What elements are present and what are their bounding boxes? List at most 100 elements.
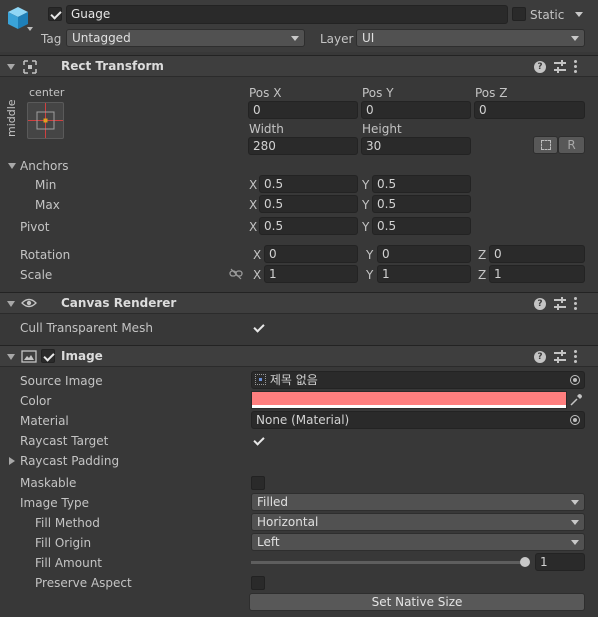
raw-edit-button[interactable]: R: [558, 136, 585, 154]
axis-x-label: X: [249, 220, 258, 234]
axis-y-label: Y: [362, 198, 370, 212]
fill-amount-field[interactable]: 1: [535, 553, 585, 571]
fill-amount-slider-track[interactable]: [251, 557, 530, 567]
height-field[interactable]: 30: [361, 137, 471, 155]
min-x-field[interactable]: 0.5: [259, 175, 358, 193]
foldout-icon[interactable]: [7, 64, 15, 70]
raycast-padding-label[interactable]: Raycast Padding: [20, 453, 119, 469]
static-toggle[interactable]: [512, 7, 526, 21]
fill-origin-dropdown[interactable]: Left: [251, 533, 585, 551]
image-type-dropdown[interactable]: Filled: [251, 493, 585, 511]
fill-method-value: Horizontal: [257, 515, 319, 529]
material-label: Material: [20, 414, 69, 428]
scale-y-field[interactable]: 1: [377, 265, 471, 283]
help-icon[interactable]: ?: [534, 61, 546, 73]
image-header[interactable]: Image ?: [0, 345, 598, 367]
axis-y-label: Y: [366, 248, 374, 262]
chevron-down-icon: [291, 36, 299, 41]
scale-z-field[interactable]: 1: [489, 265, 585, 283]
pos-y-field[interactable]: 0: [361, 101, 471, 119]
cull-transparent-mesh-label: Cull Transparent Mesh: [20, 321, 153, 335]
pivot-label: Pivot: [20, 220, 50, 234]
axis-z-label: Z: [478, 248, 487, 262]
width-field[interactable]: 280: [248, 137, 358, 155]
eyedropper-icon[interactable]: [569, 393, 583, 407]
chevron-down-icon: [571, 500, 579, 505]
raycast-target-label: Raycast Target: [20, 434, 109, 448]
chevron-down-icon: [571, 520, 579, 525]
rotation-z-field[interactable]: 0: [489, 245, 585, 263]
foldout-icon[interactable]: [7, 354, 15, 360]
pos-z-field[interactable]: 0: [474, 101, 585, 119]
preserve-aspect-label: Preserve Aspect: [35, 576, 132, 590]
anchors-foldout-icon[interactable]: [8, 163, 16, 169]
chevron-down-icon: [571, 36, 579, 41]
axis-x-label: X: [249, 198, 258, 212]
rotation-label: Rotation: [20, 248, 71, 262]
raycast-target-checkbox[interactable]: [251, 433, 265, 447]
material-field[interactable]: None (Material): [251, 411, 585, 429]
layer-label: Layer: [320, 32, 354, 46]
scale-x-field[interactable]: 1: [264, 265, 358, 283]
more-menu-icon[interactable]: [574, 60, 578, 74]
anchor-preset-h-label: center: [29, 86, 65, 99]
canvas-renderer-header[interactable]: Canvas Renderer ?: [0, 292, 598, 314]
rotation-y-field[interactable]: 0: [377, 245, 471, 263]
source-image-field[interactable]: 제목 없음: [251, 371, 585, 389]
scale-label: Scale: [20, 268, 53, 282]
active-toggle[interactable]: [48, 7, 62, 21]
layer-dropdown[interactable]: UI: [356, 29, 585, 47]
presets-icon[interactable]: [554, 60, 566, 73]
component-header-icons: ?: [534, 349, 586, 365]
height-label: Height: [362, 122, 402, 136]
object-picker-icon[interactable]: [570, 375, 580, 385]
axis-y-label: Y: [366, 268, 374, 282]
width-label: Width: [249, 122, 284, 136]
anchors-label: Anchors: [20, 159, 69, 173]
eye-icon: [21, 297, 37, 309]
raycast-padding-foldout-icon[interactable]: [9, 457, 15, 465]
fill-method-label: Fill Method: [35, 516, 100, 530]
rect-transform-title: Rect Transform: [61, 59, 164, 73]
material-value: None (Material): [256, 413, 350, 427]
presets-icon[interactable]: [554, 350, 566, 363]
help-icon[interactable]: ?: [534, 351, 546, 363]
fill-amount-slider-fill: [251, 561, 525, 564]
icon-dropdown-arrow-icon[interactable]: [27, 27, 33, 31]
max-x-field[interactable]: 0.5: [259, 195, 358, 213]
object-picker-icon[interactable]: [570, 415, 580, 425]
source-image-label: Source Image: [20, 374, 103, 388]
cull-transparent-mesh-checkbox[interactable]: [251, 320, 265, 334]
blueprint-mode-button[interactable]: [533, 136, 558, 154]
gameobject-name-field[interactable]: Guage: [66, 5, 508, 24]
min-y-field[interactable]: 0.5: [372, 175, 471, 193]
more-menu-icon[interactable]: [574, 297, 578, 311]
static-dropdown-arrow-icon[interactable]: [575, 12, 583, 17]
rotation-x-field[interactable]: 0: [264, 245, 358, 263]
pos-x-field[interactable]: 0: [248, 101, 358, 119]
fill-amount-slider-thumb[interactable]: [520, 557, 530, 567]
pivot-y-field[interactable]: 0.5: [372, 217, 471, 235]
chevron-down-icon: [571, 540, 579, 545]
rect-transform-header[interactable]: Rect Transform ?: [0, 55, 598, 77]
set-native-size-button[interactable]: Set Native Size: [249, 593, 585, 611]
color-swatch[interactable]: [251, 391, 567, 409]
image-enabled-checkbox[interactable]: [41, 349, 55, 363]
fill-method-dropdown[interactable]: Horizontal: [251, 513, 585, 531]
fill-amount-label: Fill Amount: [35, 556, 103, 570]
more-menu-icon[interactable]: [574, 350, 578, 364]
presets-icon[interactable]: [554, 297, 566, 310]
maskable-label: Maskable: [20, 476, 77, 490]
canvas-renderer-title: Canvas Renderer: [61, 296, 177, 310]
static-label: Static: [530, 8, 565, 22]
fill-origin-value: Left: [257, 535, 280, 549]
constrain-proportions-icon[interactable]: [229, 268, 243, 280]
pivot-x-field[interactable]: 0.5: [259, 217, 358, 235]
tag-dropdown[interactable]: Untagged: [66, 29, 305, 47]
preserve-aspect-checkbox[interactable]: [251, 576, 265, 590]
help-icon[interactable]: ?: [534, 298, 546, 310]
foldout-icon[interactable]: [7, 301, 15, 307]
max-y-field[interactable]: 0.5: [372, 195, 471, 213]
anchor-preset-button[interactable]: [27, 102, 64, 139]
maskable-checkbox[interactable]: [251, 476, 265, 490]
